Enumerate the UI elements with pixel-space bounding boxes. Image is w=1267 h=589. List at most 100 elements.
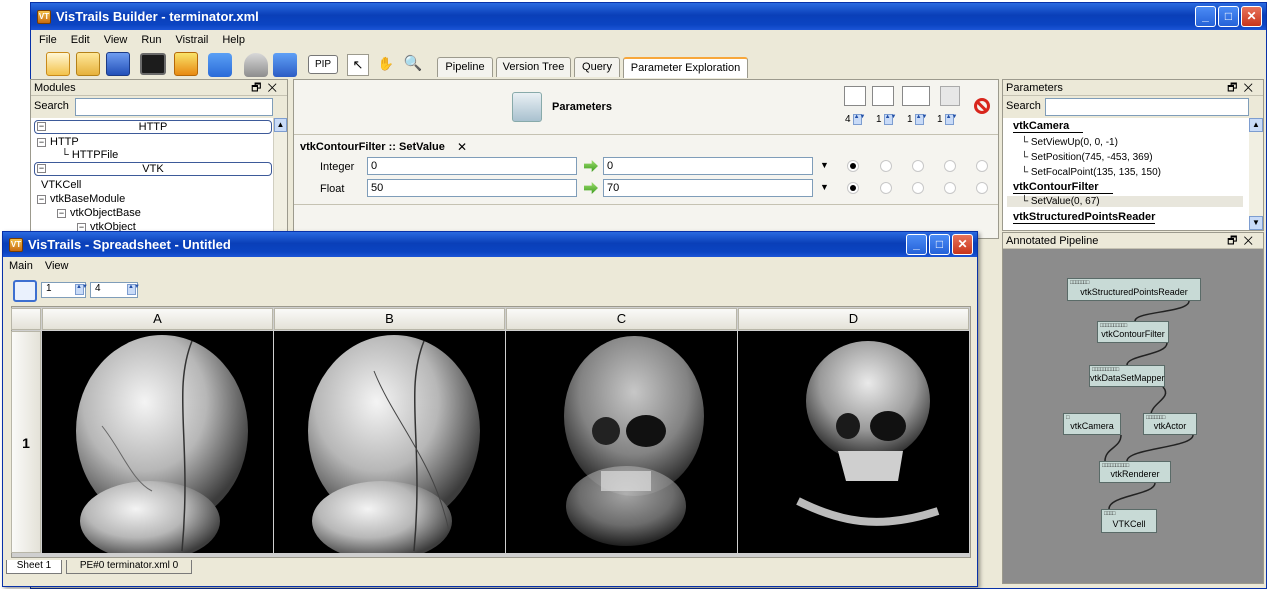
row-integer-dim-1-radio[interactable] bbox=[847, 160, 859, 172]
cell-b1-render[interactable] bbox=[274, 331, 505, 553]
row-float-dim-5-radio[interactable] bbox=[976, 182, 988, 194]
cell-a1-render[interactable] bbox=[42, 331, 273, 553]
tab-query[interactable]: Query bbox=[574, 57, 620, 77]
maximize-button[interactable]: □ bbox=[1218, 6, 1239, 27]
collapse-icon[interactable]: − bbox=[37, 138, 46, 147]
pipeline-node-vtkactor[interactable]: □□□□□□□ vtkActor bbox=[1143, 413, 1197, 435]
dimension-4-spinner[interactable]: 1 ▲▼ bbox=[937, 114, 957, 125]
row-float-dim-4-radio[interactable] bbox=[944, 182, 956, 194]
tree-item-vtkbasemodule[interactable]: − vtkBaseModule bbox=[37, 193, 125, 205]
open-folder-icon[interactable] bbox=[76, 52, 100, 76]
menu-view[interactable]: View bbox=[45, 260, 69, 272]
panel-float-close-icons[interactable]: 🗗✕ bbox=[1227, 80, 1259, 96]
collapse-icon[interactable]: − bbox=[37, 195, 46, 204]
row-float-dropdown-icon[interactable]: ▼ bbox=[820, 182, 829, 192]
row-integer-dim-2-radio[interactable] bbox=[880, 160, 892, 172]
save-icon[interactable] bbox=[106, 52, 130, 76]
pipeline-node-vtkcamera[interactable]: □ vtkCamera bbox=[1063, 413, 1121, 435]
param-group-vtkcamera[interactable]: vtkCamera bbox=[1013, 120, 1084, 133]
menu-main[interactable]: Main bbox=[9, 260, 33, 272]
tree-layout-icon[interactable] bbox=[273, 53, 297, 77]
bookmark-icon[interactable] bbox=[174, 52, 198, 76]
param-item-setposition[interactable]: └ SetPosition(745, -453, 369) bbox=[1021, 152, 1153, 163]
maximize-button[interactable]: □ bbox=[929, 234, 950, 255]
console-icon[interactable] bbox=[140, 53, 166, 75]
param-item-setviewup[interactable]: └ SetViewUp(0, 0, -1) bbox=[1021, 137, 1118, 148]
rows-spinner[interactable]: 1 ▲▼ bbox=[41, 282, 88, 298]
dimension-1-spinner[interactable]: 4 ▲▼ bbox=[845, 114, 865, 125]
menu-help[interactable]: Help bbox=[222, 34, 245, 46]
menu-view[interactable]: View bbox=[104, 34, 128, 46]
collapse-icon[interactable]: − bbox=[57, 209, 66, 218]
pipeline-node-vtkstructuredpointsreader[interactable]: □□□□□□□ vtkStructuredPointsReader bbox=[1067, 278, 1201, 301]
row-float-end-input[interactable] bbox=[603, 179, 813, 197]
param-item-setfocalpoint[interactable]: └ SetFocalPoint(135, 135, 150) bbox=[1021, 167, 1161, 178]
cols-spinner[interactable]: 4 ▲▼ bbox=[90, 282, 140, 298]
tree-item-httpfile[interactable]: └ HTTPFile bbox=[61, 149, 118, 161]
column-header-c[interactable]: C bbox=[506, 308, 737, 330]
row-integer-dim-4-radio[interactable] bbox=[944, 160, 956, 172]
row-integer-dim-5-radio[interactable] bbox=[976, 160, 988, 172]
tree-item-vtkobjectbase[interactable]: − vtkObjectBase bbox=[57, 207, 141, 219]
panel-float-close-icons[interactable]: 🗗✕ bbox=[251, 80, 283, 96]
row-float-dim-3-radio[interactable] bbox=[912, 182, 924, 194]
sheet-size-icon[interactable] bbox=[13, 280, 37, 302]
pan-hand-icon[interactable]: ✋ bbox=[375, 54, 397, 76]
param-group-vtkstructuredpointsreader[interactable]: vtkStructuredPointsReader bbox=[1013, 211, 1156, 224]
tree-item-vtkcell[interactable]: VTKCell bbox=[41, 179, 81, 191]
section-http[interactable]: − HTTP bbox=[34, 120, 272, 134]
menu-edit[interactable]: Edit bbox=[71, 34, 90, 46]
spreadsheet-titlebar[interactable]: VT VisTrails - Spreadsheet - Untitled _ … bbox=[3, 232, 977, 257]
new-file-icon[interactable] bbox=[46, 52, 70, 76]
row-integer-end-input[interactable] bbox=[603, 157, 813, 175]
zoom-magnifier-icon[interactable]: 🔍 bbox=[402, 54, 424, 76]
dimension-3-spinner[interactable]: 1 ▲▼ bbox=[907, 114, 927, 125]
tree-item-http[interactable]: − HTTP bbox=[37, 136, 79, 148]
pipeline-node-vtkrenderer[interactable]: □□□□□□□□□□ vtkRenderer bbox=[1099, 461, 1171, 483]
column-header-b[interactable]: B bbox=[274, 308, 505, 330]
pipeline-node-vtkcontourfilter[interactable]: □□□□□□□□□□ vtkContourFilter bbox=[1097, 321, 1169, 343]
menu-run[interactable]: Run bbox=[141, 34, 161, 46]
tab-version-tree[interactable]: Version Tree bbox=[496, 57, 571, 77]
row-header-1[interactable]: 1 bbox=[11, 331, 41, 553]
pe-function-remove-icon[interactable]: ✕ bbox=[457, 140, 467, 154]
tab-parameter-exploration[interactable]: Parameter Exploration bbox=[623, 57, 748, 78]
execute-all-icon[interactable] bbox=[244, 53, 268, 77]
modules-scrollbar[interactable]: ▲ bbox=[273, 118, 287, 238]
sheet-tab-pe[interactable]: PE#0 terminator.xml 0 bbox=[66, 560, 192, 574]
tab-pipeline[interactable]: Pipeline bbox=[437, 57, 493, 77]
section-vtk[interactable]: − VTK bbox=[34, 162, 272, 176]
parameters-search-input[interactable] bbox=[1045, 98, 1249, 116]
column-header-a[interactable]: A bbox=[42, 308, 273, 330]
execute-icon[interactable] bbox=[208, 53, 232, 77]
parameters-scrollbar[interactable]: ▲ ▼ bbox=[1249, 118, 1263, 230]
builder-titlebar[interactable]: VT VisTrails Builder - terminator.xml _ … bbox=[31, 3, 1266, 30]
column-header-d[interactable]: D bbox=[738, 308, 969, 330]
minimize-button[interactable]: _ bbox=[906, 234, 927, 255]
row-integer-dim-3-radio[interactable] bbox=[912, 160, 924, 172]
clear-no-icon[interactable] bbox=[974, 98, 990, 114]
menu-vistrail[interactable]: Vistrail bbox=[176, 34, 209, 46]
cell-c1-render[interactable] bbox=[506, 331, 737, 553]
param-group-vtkcontourfilter[interactable]: vtkContourFilter bbox=[1013, 181, 1113, 194]
row-integer-start-input[interactable] bbox=[367, 157, 577, 175]
menu-file[interactable]: File bbox=[39, 34, 57, 46]
sheet-tab-1[interactable]: Sheet 1 bbox=[6, 560, 62, 574]
pip-button[interactable]: PIP bbox=[308, 55, 338, 74]
grid-corner bbox=[11, 308, 41, 330]
row-float-dim-1-radio[interactable] bbox=[847, 182, 859, 194]
pipeline-node-vtkcell[interactable]: □□□□ VTKCell bbox=[1101, 509, 1157, 533]
row-integer-dropdown-icon[interactable]: ▼ bbox=[820, 160, 829, 170]
cell-d1-render[interactable] bbox=[738, 331, 969, 553]
select-pointer-icon[interactable]: ↖ bbox=[347, 54, 369, 76]
minimize-button[interactable]: _ bbox=[1195, 6, 1216, 27]
modules-search-input[interactable] bbox=[75, 98, 273, 116]
close-button[interactable]: ✕ bbox=[1241, 6, 1262, 27]
dimension-2-spinner[interactable]: 1 ▲▼ bbox=[876, 114, 896, 125]
row-float-start-input[interactable] bbox=[367, 179, 577, 197]
param-item-setvalue[interactable]: └ SetValue(0, 67) bbox=[1007, 196, 1243, 207]
dimension-2-icon bbox=[872, 86, 894, 106]
row-float-dim-2-radio[interactable] bbox=[880, 182, 892, 194]
close-button[interactable]: ✕ bbox=[952, 234, 973, 255]
pipeline-node-vtkdatasetmapper[interactable]: □□□□□□□□□□ vtkDataSetMapper bbox=[1089, 365, 1165, 387]
